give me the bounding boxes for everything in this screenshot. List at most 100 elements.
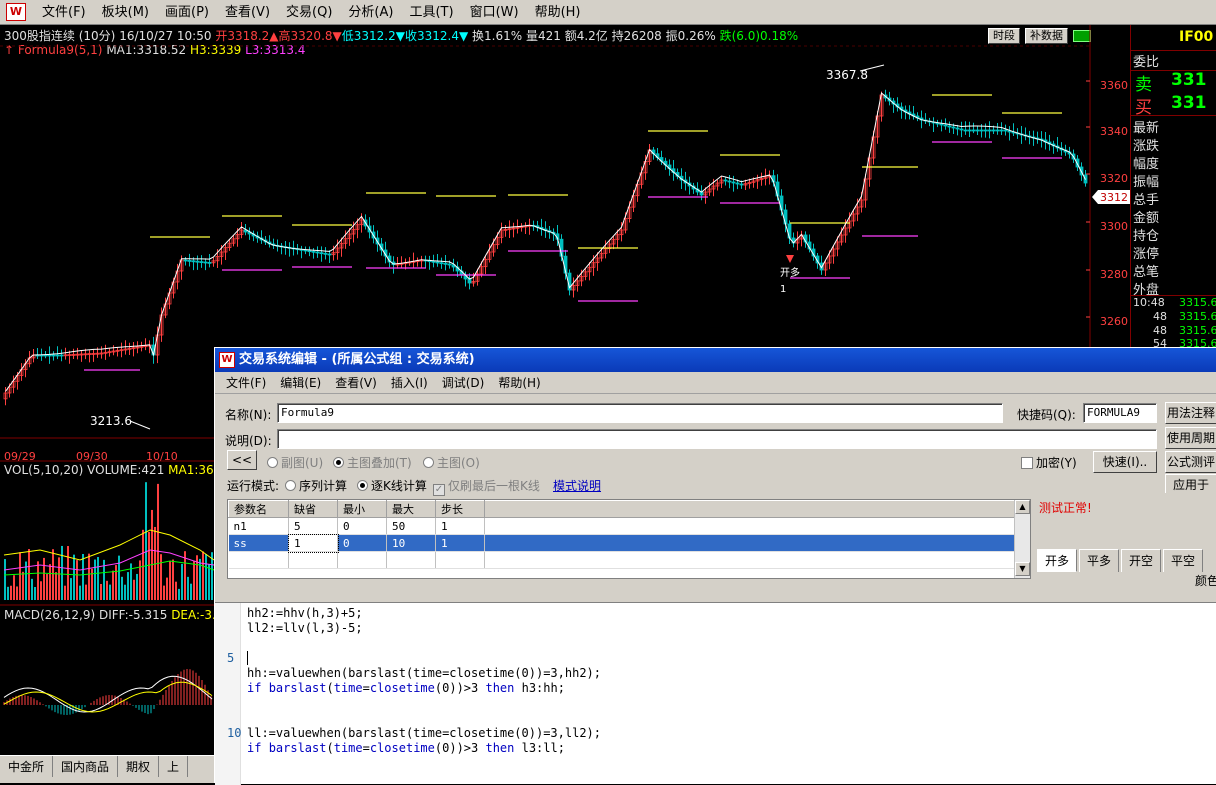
- sell-label: 卖: [1135, 75, 1152, 95]
- tab-options[interactable]: 期权: [118, 756, 160, 777]
- param-default[interactable]: 1: [287, 533, 339, 553]
- col-step[interactable]: 步长: [435, 500, 485, 518]
- radio-sequence-mode[interactable]: 序列计算: [285, 477, 347, 494]
- name-input[interactable]: Formula9: [277, 403, 1003, 423]
- menu-file[interactable]: 文件(F): [34, 0, 94, 25]
- hold-label: 持仓: [1133, 229, 1160, 244]
- col-max[interactable]: 最大: [386, 500, 436, 518]
- param-step[interactable]: 1: [435, 534, 485, 552]
- market-tabbar: 中金所 国内商品 期权 上: [0, 755, 214, 783]
- refresh-last-checkbox[interactable]: ✓ 仅刷最后一根K线: [433, 477, 540, 496]
- color-label: 颜色: [1195, 574, 1216, 588]
- params-scrollbar[interactable]: ▲ ▼: [1014, 500, 1030, 578]
- radio-subchart[interactable]: 副图(U): [267, 454, 323, 471]
- col-min[interactable]: 最小: [337, 500, 387, 518]
- table-row[interactable]: ss 1 0 10 1: [228, 533, 1015, 553]
- price-tick: 3260: [1100, 315, 1128, 328]
- volume-panel-label: VOL(5,10,20) VOLUME:421 MA1:36: [4, 463, 214, 477]
- buy-label: 买: [1135, 98, 1152, 118]
- param-max[interactable]: 10: [386, 534, 436, 552]
- code-line: ll2:=llv(l,3)-5;: [247, 621, 363, 635]
- param-name[interactable]: n1: [228, 517, 289, 535]
- param-step[interactable]: 1: [435, 517, 485, 535]
- mode-help-link[interactable]: 模式说明: [553, 477, 601, 494]
- desc-input[interactable]: [277, 429, 1157, 449]
- current-price: 3312: [1100, 191, 1128, 204]
- macd-panel-label: MACD(26,12,9) DIFF:-5.315 DEA:-3.7: [4, 608, 223, 622]
- tab-cffex[interactable]: 中金所: [0, 756, 54, 777]
- radio-bar-mode[interactable]: 逐K线计算: [357, 477, 427, 494]
- menu-view[interactable]: 查看(V): [217, 0, 278, 25]
- vol-value: VOLUME:421: [87, 463, 165, 477]
- dlg-menu-file[interactable]: 文件(F): [219, 374, 273, 391]
- code-editor[interactable]: hh2:=hhv(h,3)+5; ll2:=llv(l,3)-5; 5 hh:=…: [215, 602, 1216, 785]
- test-status: 测试正常!: [1039, 501, 1092, 515]
- refresh-last-label: 仅刷最后一根K线: [448, 479, 540, 493]
- param-name[interactable]: ss: [228, 534, 289, 552]
- checkbox-icon: [1021, 457, 1033, 469]
- date-label: 10/10: [146, 450, 178, 463]
- buy-price: 331: [1171, 93, 1207, 113]
- dlg-menu-insert[interactable]: 插入(I): [384, 374, 435, 391]
- scroll-up-icon[interactable]: ▲: [1015, 500, 1030, 514]
- tab-open-short[interactable]: 开空: [1121, 549, 1162, 572]
- col-default[interactable]: 缺省: [288, 500, 338, 518]
- tab-open-long[interactable]: 开多: [1037, 549, 1078, 572]
- usage-notes-button[interactable]: 用法注释: [1165, 402, 1216, 424]
- table-row[interactable]: [228, 551, 1015, 569]
- trade-system-editor-dialog: W 交易系统编辑 - (所属公式组 : 交易系统) 文件(F) 编辑(E) 查看…: [214, 347, 1216, 785]
- param-empty: [484, 517, 1015, 535]
- menu-window[interactable]: 窗口(W): [462, 0, 527, 25]
- change-label: 涨跌: [1133, 139, 1160, 154]
- tab-close-short[interactable]: 平空: [1163, 549, 1204, 572]
- run-mode-label: 运行模式:: [227, 479, 280, 493]
- radio-mainchart-label: 主图(O): [437, 456, 480, 470]
- menu-tools[interactable]: 工具(T): [401, 0, 461, 25]
- collapse-button[interactable]: <<: [227, 450, 257, 470]
- hotkey-input[interactable]: FORMULA9: [1083, 403, 1157, 423]
- tick-price: 3315.6: [1179, 296, 1216, 309]
- dlg-menu-debug[interactable]: 调试(D): [435, 374, 492, 391]
- dlg-menu-help[interactable]: 帮助(H): [491, 374, 547, 391]
- dialog-titlebar[interactable]: W 交易系统编辑 - (所属公式组 : 交易系统): [215, 348, 1216, 372]
- radio-main-overlay[interactable]: 主图叠加(T): [333, 454, 412, 471]
- sequence-mode-label: 序列计算: [299, 479, 348, 493]
- radio-mainchart[interactable]: 主图(O): [423, 454, 480, 471]
- app-icon[interactable]: W: [6, 3, 26, 21]
- menu-analysis[interactable]: 分析(A): [340, 0, 401, 25]
- params-grid[interactable]: 参数名 缺省 最小 最大 步长 n1 5 0 50 1 ss 1 0 10 1: [227, 499, 1031, 579]
- weibi-label: 委比: [1133, 55, 1160, 70]
- hotkey-label: 快捷码(Q):: [1017, 408, 1076, 422]
- dlg-menu-edit[interactable]: 编辑(E): [273, 374, 328, 391]
- table-row[interactable]: n1 5 0 50 1: [228, 517, 1015, 535]
- menu-view-screen[interactable]: 画面(P): [157, 0, 217, 25]
- total-volume-label: 总手: [1133, 193, 1160, 208]
- param-default[interactable]: 5: [288, 517, 338, 535]
- tick-time: 48: [1153, 310, 1167, 323]
- name-label: 名称(N):: [225, 408, 272, 422]
- dlg-menu-view[interactable]: 查看(V): [328, 374, 384, 391]
- menu-help[interactable]: 帮助(H): [527, 0, 589, 25]
- pct-label: 幅度: [1133, 157, 1160, 172]
- tick-time: 48: [1153, 324, 1167, 337]
- param-min[interactable]: 0: [337, 534, 387, 552]
- scroll-down-icon[interactable]: ▼: [1015, 562, 1030, 576]
- quick-button[interactable]: 快速(I)..: [1093, 451, 1157, 473]
- param-max[interactable]: 50: [386, 517, 436, 535]
- tab-sh[interactable]: 上: [159, 756, 189, 777]
- signal-count: 1: [780, 284, 786, 295]
- tab-close-long[interactable]: 平多: [1079, 549, 1120, 572]
- line-number: 5: [227, 651, 235, 665]
- menu-sector[interactable]: 板块(M): [94, 0, 157, 25]
- line-gutter: [215, 603, 241, 785]
- use-period-button[interactable]: 使用周期: [1165, 427, 1216, 449]
- menu-trade[interactable]: 交易(Q): [278, 0, 340, 25]
- contract-code: IF00: [1179, 29, 1214, 45]
- col-param-name[interactable]: 参数名: [228, 500, 289, 518]
- encrypt-checkbox[interactable]: 加密(Y): [1021, 454, 1077, 471]
- formula-test-button[interactable]: 公式测评: [1165, 451, 1216, 473]
- tab-domestic[interactable]: 国内商品: [53, 756, 119, 777]
- param-min[interactable]: 0: [337, 517, 387, 535]
- dialog-title: 交易系统编辑 - (所属公式组 : 交易系统): [239, 352, 475, 367]
- param-empty: [484, 534, 1015, 552]
